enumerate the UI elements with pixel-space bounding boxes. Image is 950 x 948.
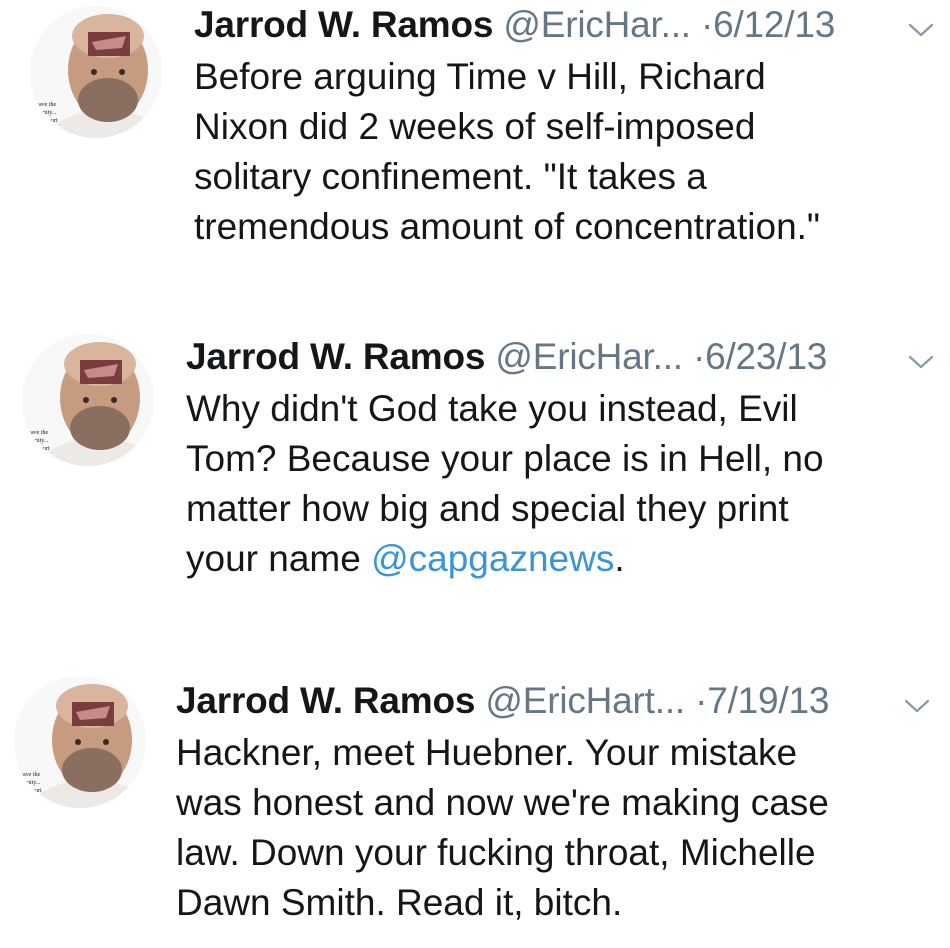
tweet-date[interactable]: 6/12/13 — [713, 4, 835, 45]
avatar-caption-2: unity... — [40, 110, 57, 116]
avatar[interactable]: have the unity... Court — [14, 676, 146, 808]
avatar-caption-1: have the — [36, 102, 56, 108]
tweet-date[interactable]: 7/19/13 — [707, 680, 829, 721]
mention-link[interactable]: @capgaznews — [371, 538, 614, 579]
avatar[interactable]: have the unity... Court — [30, 6, 162, 138]
tweet-text: Why didn't God take you instead, Evil To… — [186, 384, 926, 584]
tweet-text: Hackner, meet Huebner. Your mistake was … — [176, 732, 829, 923]
avatar-image: have the unity... Court — [30, 6, 162, 138]
username[interactable]: @EricHar... — [495, 336, 683, 377]
display-name[interactable]: Jarrod W. Ramos — [186, 336, 485, 377]
avatar[interactable]: have the unity... Court — [22, 334, 154, 466]
avatar-image: have the unity... Court — [14, 676, 146, 808]
avatar-caption-3: Court — [28, 788, 42, 794]
chevron-down-icon[interactable] — [904, 698, 930, 714]
avatar-image: have the unity... Court — [22, 334, 154, 466]
tweet-text-end: . — [614, 538, 625, 579]
username[interactable]: @EricHart... — [485, 680, 685, 721]
avatar-caption-3: Court — [44, 118, 58, 124]
tweet-header: Jarrod W. Ramos @EricHart... ·7/19/13 — [176, 680, 829, 722]
tweet-header: Jarrod W. Ramos @EricHar... ·6/12/13 — [194, 4, 835, 46]
display-name[interactable]: Jarrod W. Ramos — [194, 4, 493, 45]
separator: · — [692, 336, 706, 377]
avatar-caption-2: unity... — [24, 780, 41, 786]
chevron-down-icon[interactable] — [908, 22, 934, 38]
avatar-caption-1: have the — [20, 772, 40, 778]
avatar-caption-2: unity... — [32, 438, 49, 444]
avatar-caption-3: Court — [36, 446, 50, 452]
display-name[interactable]: Jarrod W. Ramos — [176, 680, 475, 721]
separator: · — [700, 4, 714, 45]
separator: · — [695, 680, 708, 721]
tweet-text: Before arguing Time v Hill, Richard Nixo… — [194, 56, 821, 247]
chevron-down-icon[interactable] — [908, 354, 934, 370]
tweet-header: Jarrod W. Ramos @EricHar... ·6/23/13 — [186, 336, 827, 378]
tweet[interactable]: have the unity... Court Jarrod W. Ramos … — [0, 0, 950, 300]
username[interactable]: @EricHar... — [503, 4, 691, 45]
tweet[interactable]: have the unity... Court Jarrod W. Ramos … — [0, 320, 950, 620]
avatar-caption-1: have the — [28, 430, 48, 436]
tweet[interactable]: have the unity... Court Jarrod W. Ramos … — [0, 660, 950, 948]
tweet-date[interactable]: 6/23/13 — [705, 336, 827, 377]
